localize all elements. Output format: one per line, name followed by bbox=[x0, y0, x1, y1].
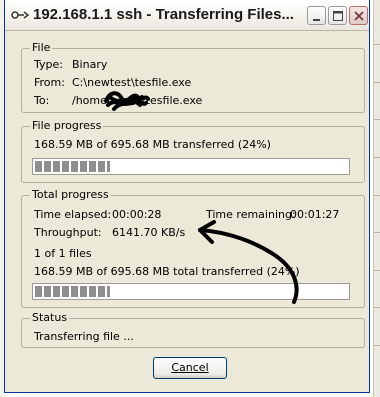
files-count-text: 1 of 1 files bbox=[34, 247, 92, 260]
time-elapsed-value: 00:00:28 bbox=[112, 208, 162, 221]
to-value-suffix: /tesfile.exe bbox=[142, 94, 203, 107]
minimize-icon bbox=[313, 19, 320, 21]
cancel-button[interactable]: Cancel bbox=[153, 357, 227, 379]
transfer-dialog: 192.168.1.1 ssh - Transferring Files... … bbox=[4, 0, 370, 393]
time-remaining-label: Time remaining: bbox=[206, 208, 296, 221]
close-button[interactable] bbox=[349, 6, 368, 25]
throughput-value: 6141.70 KB/s bbox=[112, 226, 186, 239]
type-value: Binary bbox=[72, 58, 108, 71]
time-remaining-value: 00:01:27 bbox=[290, 208, 340, 221]
time-elapsed-label: Time elapsed: bbox=[34, 208, 112, 221]
file-progress-label: File progress bbox=[30, 119, 104, 132]
file-group-label: File bbox=[30, 41, 53, 54]
ssh-transfer-icon bbox=[11, 11, 29, 19]
status-text: Transferring file ... bbox=[34, 330, 134, 343]
status-label: Status bbox=[30, 311, 70, 324]
close-icon bbox=[354, 11, 364, 21]
to-label: To: bbox=[34, 94, 50, 107]
file-progress-group: File progress 168.59 MB of 695.68 MB tra… bbox=[21, 119, 365, 183]
throughput-label: Throughput: bbox=[34, 226, 102, 239]
maximize-button[interactable] bbox=[328, 6, 347, 25]
total-transferred-text: 168.59 MB of 695.68 MB total transferred… bbox=[34, 265, 300, 278]
file-progress-fill bbox=[35, 161, 110, 172]
title-bar[interactable]: 192.168.1.1 ssh - Transferring Files... bbox=[5, 0, 369, 31]
background-window-right bbox=[373, 0, 380, 397]
maximize-icon bbox=[333, 11, 343, 21]
file-group: File Type: Binary From: C:\newtest\tesfi… bbox=[21, 41, 365, 113]
from-label: From: bbox=[34, 76, 65, 89]
file-progress-bar bbox=[32, 158, 350, 175]
type-label: Type: bbox=[34, 58, 63, 71]
status-group: Status Transferring file ... bbox=[21, 311, 365, 348]
window-title: 192.168.1.1 ssh - Transferring Files... bbox=[33, 6, 294, 23]
total-progress-label: Total progress bbox=[30, 188, 111, 201]
total-progress-group: Total progress Time elapsed: 00:00:28 Ti… bbox=[21, 188, 365, 308]
cancel-button-label: Cancel bbox=[171, 361, 209, 374]
total-progress-fill bbox=[35, 286, 110, 297]
file-progress-text: 168.59 MB of 695.68 MB transferred (24%) bbox=[34, 138, 271, 151]
minimize-button[interactable] bbox=[307, 6, 326, 25]
redacted-scribble bbox=[104, 91, 150, 111]
total-progress-bar bbox=[32, 283, 350, 300]
